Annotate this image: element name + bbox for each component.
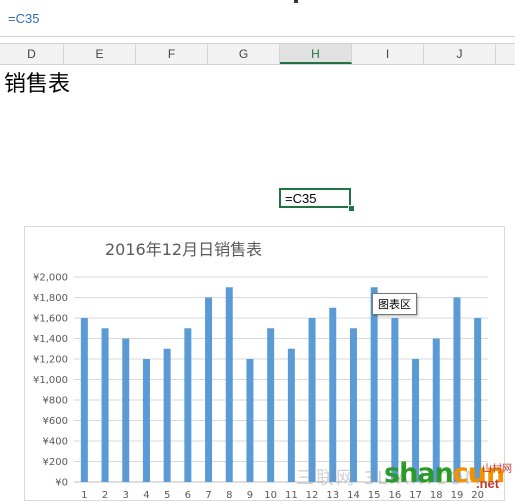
y-tick-label: ¥2,000 [33, 273, 68, 284]
bar-day-19[interactable] [453, 297, 461, 483]
bar-day-15[interactable] [370, 287, 378, 482]
x-tick-label: 2 [102, 490, 108, 500]
y-tick-label: ¥1,400 [33, 334, 68, 345]
bar-day-12[interactable] [308, 318, 316, 482]
column-header-k[interactable] [496, 44, 515, 64]
y-tick-label: ¥200 [43, 457, 68, 468]
bar-day-3[interactable] [122, 338, 130, 483]
x-tick-label: 16 [388, 490, 401, 500]
bar-day-6[interactable] [184, 328, 192, 482]
y-tick-label: ¥800 [43, 396, 68, 407]
logo-text-main: shan [384, 458, 454, 489]
y-tick-label: ¥1,200 [33, 355, 68, 366]
bar-day-14[interactable] [349, 328, 357, 482]
x-tick-label: 6 [185, 490, 191, 500]
active-cell-h[interactable]: =C35 [279, 188, 351, 208]
x-tick-label: 4 [143, 490, 149, 500]
bar-day-4[interactable] [142, 359, 150, 482]
bar-day-10[interactable] [267, 328, 275, 482]
y-tick-label: ¥600 [43, 416, 68, 427]
column-header-row: D E F G H I J [0, 43, 515, 65]
x-tick-label: 1 [81, 490, 87, 500]
column-header-e[interactable]: E [64, 44, 136, 64]
bar-day-9[interactable] [246, 359, 254, 482]
x-tick-label: 7 [205, 490, 211, 500]
x-tick-label: 14 [347, 490, 360, 500]
logo-net: .net [476, 476, 500, 491]
bar-day-13[interactable] [329, 307, 337, 482]
column-header-d[interactable]: D [0, 44, 64, 64]
column-header-i[interactable]: I [352, 44, 424, 64]
y-tick-label: ¥1,600 [33, 314, 68, 325]
column-header-f[interactable]: F [136, 44, 208, 64]
column-header-g[interactable]: G [208, 44, 280, 64]
x-tick-label: 18 [430, 490, 443, 500]
fill-handle[interactable] [348, 205, 355, 212]
y-tick-label: ¥1,800 [33, 293, 68, 304]
x-tick-label: 10 [264, 490, 277, 500]
x-tick-label: 5 [164, 490, 170, 500]
column-header-j[interactable]: J [424, 44, 496, 64]
x-tick-label: 9 [247, 490, 253, 500]
formula-bar[interactable]: =C35 [0, 0, 515, 37]
bar-day-8[interactable] [225, 287, 233, 482]
y-tick-label: ¥1,000 [33, 375, 68, 386]
x-tick-label: 3 [123, 490, 129, 500]
y-tick-label: ¥400 [43, 437, 68, 448]
bar-day-7[interactable] [205, 297, 213, 483]
bar-day-11[interactable] [287, 348, 295, 482]
x-tick-label: 19 [451, 490, 464, 500]
bar-day-1[interactable] [80, 318, 88, 482]
bar-day-2[interactable] [101, 328, 109, 482]
sheet-title-cell[interactable]: 销售表 [4, 66, 70, 98]
x-tick-label: 12 [306, 490, 319, 500]
window-resize-handle[interactable] [294, 0, 298, 3]
x-tick-label: 15 [368, 490, 381, 500]
y-tick-label: ¥0 [55, 478, 68, 489]
active-cell-value: =C35 [285, 191, 317, 206]
logo-subtext: 山村网 [482, 464, 512, 475]
x-tick-label: 20 [471, 490, 484, 500]
column-header-h[interactable]: H [280, 44, 352, 64]
bar-day-5[interactable] [163, 348, 171, 482]
formula-bar-text[interactable]: =C35 [8, 11, 39, 26]
chart-area-tooltip: 图表区 [372, 293, 417, 315]
x-tick-label: 17 [409, 490, 422, 500]
x-tick-label: 13 [326, 490, 339, 500]
x-tick-label: 11 [285, 490, 298, 500]
x-tick-label: 8 [226, 490, 232, 500]
